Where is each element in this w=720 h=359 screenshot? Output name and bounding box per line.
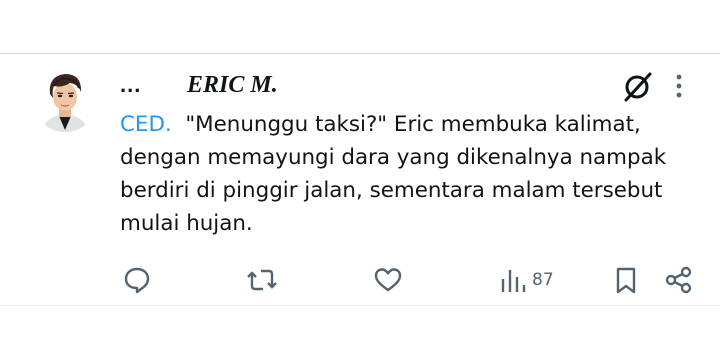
repost-button[interactable] [246,262,278,298]
handle-ellipsis: ... [120,72,142,97]
grok-icon[interactable] [622,70,654,102]
post-header: ... ERIC M. [120,70,700,102]
reply-icon [122,265,152,295]
mention-link[interactable]: CED. [120,112,172,137]
repost-icon [246,265,278,295]
bookmark-icon [614,265,638,295]
views-button[interactable]: 87 [500,262,554,298]
more-icon[interactable] [672,72,686,100]
share-icon [664,265,694,295]
share-button[interactable] [664,262,694,298]
views-icon [500,265,526,295]
post-text: CED. "Menunggu taksi?" Eric membuka kali… [120,108,706,240]
like-button[interactable] [373,262,403,298]
reply-button[interactable] [122,262,152,298]
avatar[interactable] [32,66,98,132]
display-name[interactable]: ERIC M. [187,72,278,99]
views-count: 87 [532,270,554,290]
bookmark-button[interactable] [614,262,638,298]
bottom-divider [0,305,720,306]
like-icon [373,265,403,295]
top-divider [0,53,720,54]
post-body: "Menunggu taksi?" Eric membuka kalimat, … [120,112,667,236]
action-bar: 87 [0,262,720,298]
